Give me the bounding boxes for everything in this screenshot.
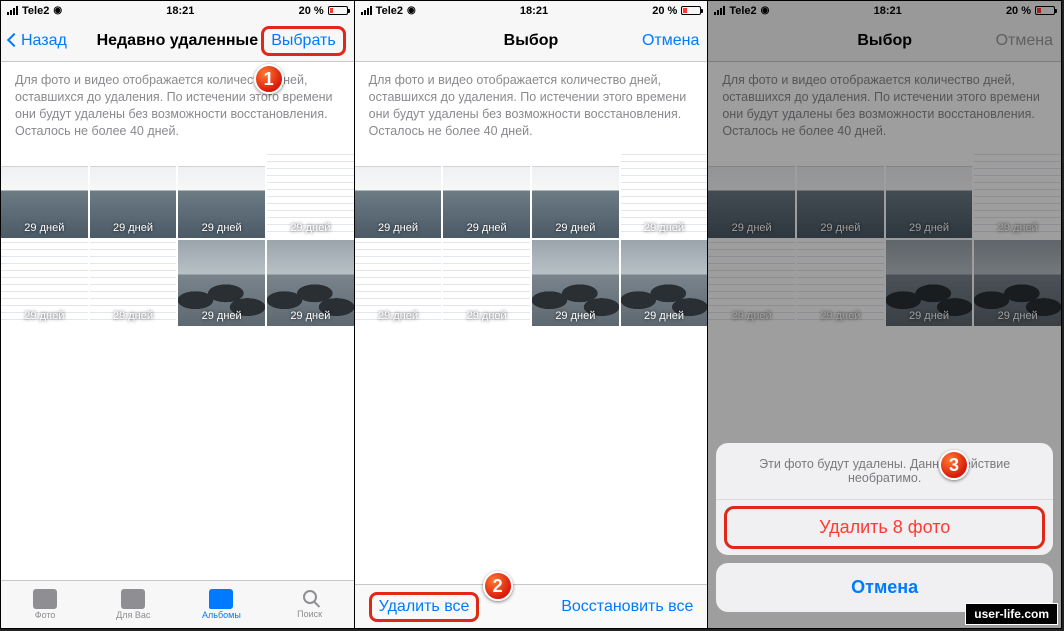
tab-bar: Фото Для Вас Альбомы Поиск — [1, 580, 354, 628]
nav-bar: Назад Недавно удаленные Выбрать — [1, 20, 354, 62]
cancel-button[interactable]: Отмена — [642, 32, 699, 50]
battery-pct: 20 % — [1006, 5, 1031, 17]
photo-thumb: 29 дней — [886, 152, 973, 238]
wifi-icon: ◉ — [53, 5, 62, 16]
battery-icon — [328, 6, 348, 15]
status-time: 18:21 — [166, 5, 194, 17]
battery-icon — [681, 6, 701, 15]
battery-icon — [1035, 6, 1055, 15]
photo-thumb[interactable]: 29 дней — [90, 152, 177, 238]
screen-selection: Tele2 ◉ 18:21 20 % Выбор Отмена Для фото… — [355, 1, 708, 628]
photo-thumb[interactable]: 29 дней — [90, 240, 177, 326]
photo-thumb[interactable]: 29 дней — [355, 152, 442, 238]
photo-thumb[interactable]: 29 дней — [178, 240, 265, 326]
signal-icon — [714, 6, 725, 15]
info-text: Для фото и видео отображается количество… — [708, 62, 1061, 152]
tab-photo[interactable]: Фото — [1, 581, 89, 628]
step-badge-1: 1 — [254, 64, 284, 94]
sheet-message: Эти фото будут удалены. Данное действие … — [716, 443, 1053, 500]
status-bar: Tele2 ◉ 18:21 20 % — [708, 1, 1061, 20]
select-button[interactable]: Выбрать — [271, 32, 335, 49]
screen-action-sheet: Tele2 ◉ 18:21 20 % Выбор Отмена Для фото… — [708, 1, 1061, 628]
photo-thumb[interactable]: 29 дней — [355, 240, 442, 326]
carrier-label: Tele2 — [729, 5, 756, 17]
photo-thumb[interactable]: 29 дней — [267, 240, 354, 326]
restore-all-button[interactable]: Восстановить все — [561, 598, 693, 616]
photo-thumb[interactable]: 29 дней — [443, 240, 530, 326]
battery-pct: 20 % — [652, 5, 677, 17]
select-button-highlight: Выбрать — [261, 26, 345, 56]
photo-thumb: 29 дней — [708, 152, 795, 238]
delete-all-highlight: Удалить все — [369, 592, 480, 622]
photo-grid: 29 дней 29 дней 29 дней 29 дней 29 дней … — [708, 152, 1061, 326]
albums-icon — [209, 589, 233, 609]
status-time: 18:21 — [874, 5, 902, 17]
carrier-label: Tele2 — [376, 5, 403, 17]
photo-thumb: 29 дней — [974, 152, 1061, 238]
photo-thumb: 29 дней — [886, 240, 973, 326]
battery-pct: 20 % — [299, 5, 324, 17]
nav-bar: Выбор Отмена — [355, 20, 708, 62]
action-sheet: Эти фото будут удалены. Данное действие … — [716, 443, 1053, 620]
signal-icon — [361, 6, 372, 15]
photo-thumb[interactable]: 29 дней — [443, 152, 530, 238]
photo-thumb[interactable]: 29 дней — [1, 240, 88, 326]
photo-thumb[interactable]: 29 дней — [532, 152, 619, 238]
photos-icon — [33, 589, 57, 609]
step-badge-2: 2 — [483, 571, 513, 601]
wifi-icon: ◉ — [407, 5, 416, 16]
photo-thumb[interactable]: 29 дней — [621, 152, 708, 238]
photo-thumb[interactable]: 29 дней — [532, 240, 619, 326]
search-icon — [303, 590, 317, 604]
photo-thumb[interactable]: 29 дней — [267, 152, 354, 238]
delete-all-button[interactable]: Удалить все — [379, 598, 470, 615]
status-bar: Tele2 ◉ 18:21 20 % — [1, 1, 354, 20]
foryou-icon — [121, 589, 145, 609]
wifi-icon: ◉ — [761, 5, 770, 16]
status-time: 18:21 — [520, 5, 548, 17]
tab-search[interactable]: Поиск — [266, 581, 354, 628]
photo-thumb: 29 дней — [974, 240, 1061, 326]
bottom-toolbar: Удалить все Восстановить все — [355, 584, 708, 628]
photo-thumb[interactable]: 29 дней — [178, 152, 265, 238]
photo-thumb[interactable]: 29 дней — [621, 240, 708, 326]
step-badge-3: 3 — [939, 450, 969, 480]
nav-bar: Выбор Отмена — [708, 20, 1061, 62]
tab-albums[interactable]: Альбомы — [177, 581, 265, 628]
signal-icon — [7, 6, 18, 15]
info-text: Для фото и видео отображается количество… — [1, 62, 354, 152]
cancel-button[interactable]: Отмена — [996, 32, 1053, 50]
back-button[interactable]: Назад — [9, 32, 67, 50]
delete-photos-button[interactable]: Удалить 8 фото — [724, 506, 1045, 549]
photo-grid: 29 дней 29 дней 29 дней 29 дней 29 дней … — [1, 152, 354, 326]
info-text: Для фото и видео отображается количество… — [355, 62, 708, 152]
photo-thumb[interactable]: 29 дней — [1, 152, 88, 238]
photo-thumb: 29 дней — [797, 240, 884, 326]
tab-foryou[interactable]: Для Вас — [89, 581, 177, 628]
status-bar: Tele2 ◉ 18:21 20 % — [355, 1, 708, 20]
watermark: user-life.com — [965, 603, 1058, 625]
screen-recently-deleted: Tele2 ◉ 18:21 20 % Назад Недавно удаленн… — [1, 1, 354, 628]
photo-thumb: 29 дней — [708, 240, 795, 326]
carrier-label: Tele2 — [22, 5, 49, 17]
photo-thumb: 29 дней — [797, 152, 884, 238]
photo-grid: 29 дней 29 дней 29 дней 29 дней 29 дней … — [355, 152, 708, 326]
